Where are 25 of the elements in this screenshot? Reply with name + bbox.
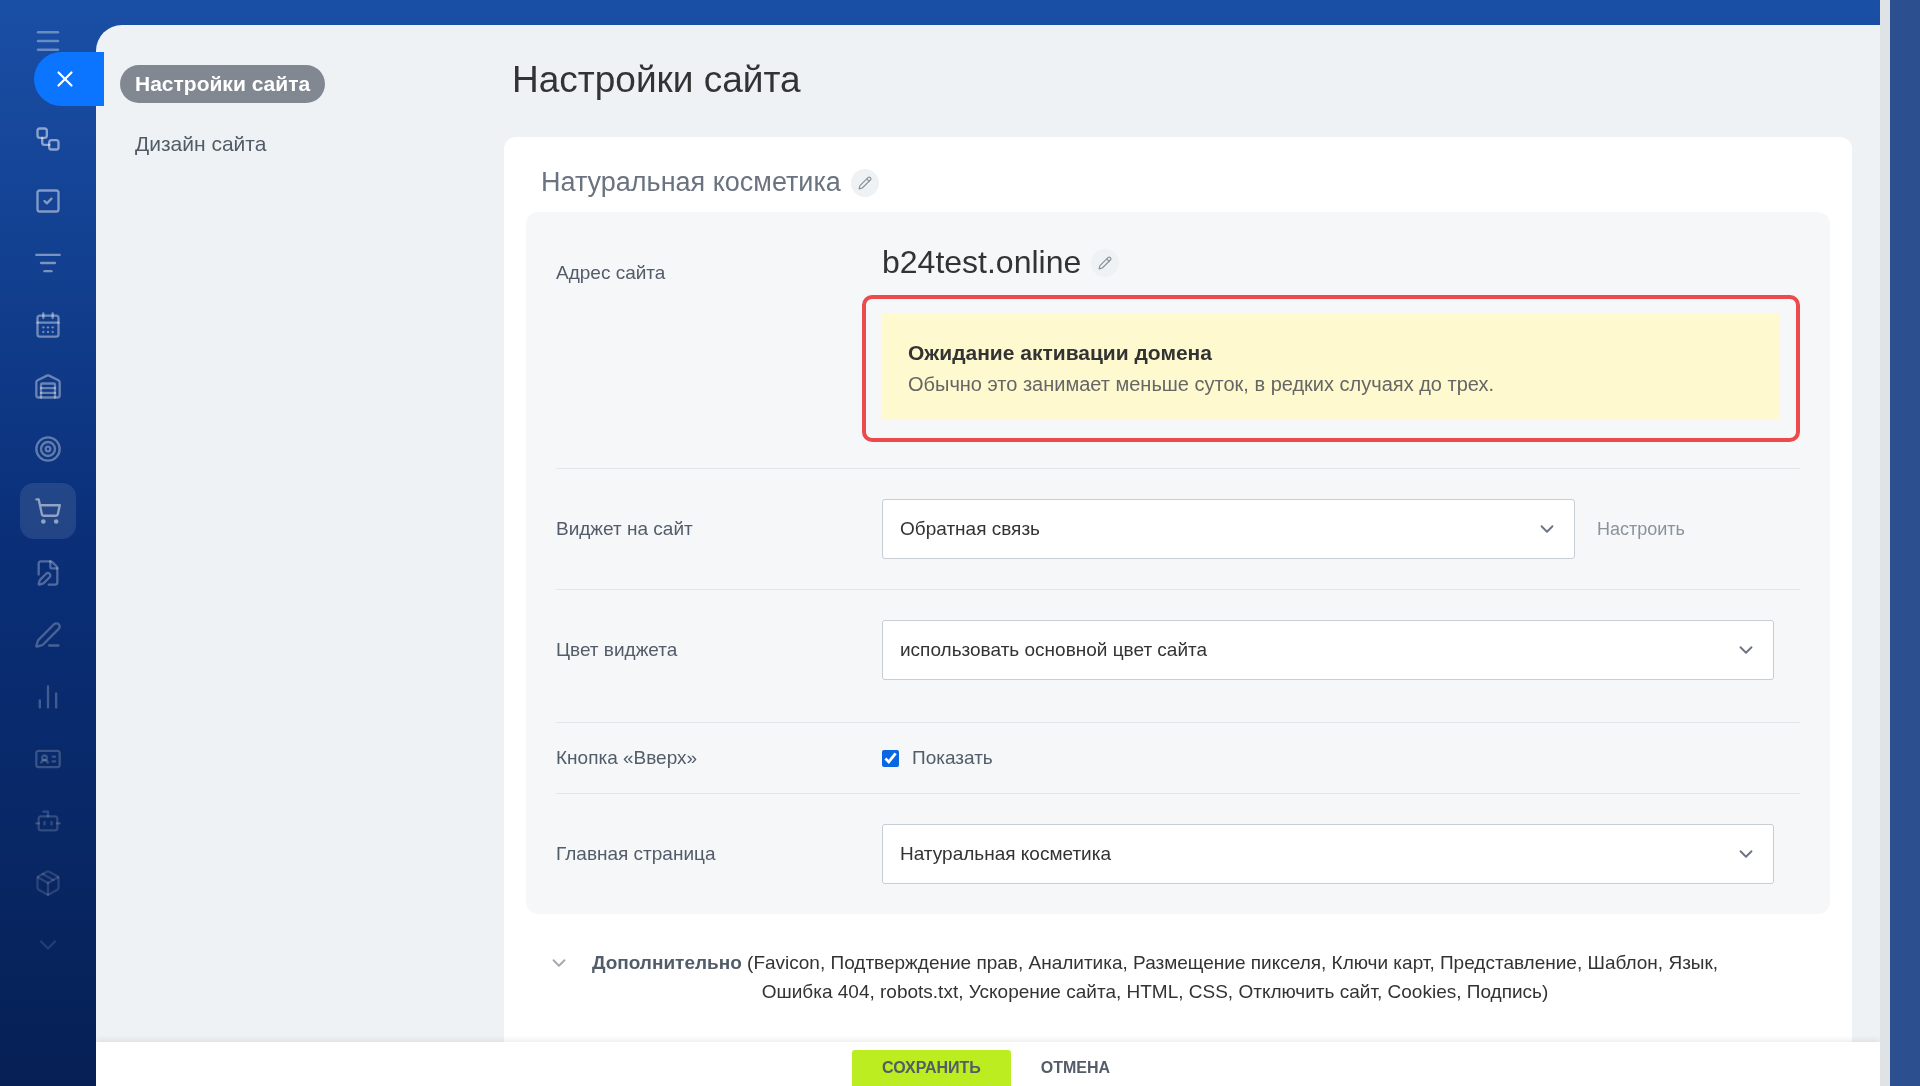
alert-text: Обычно это занимает меньше суток, в редких случаях до трех.	[908, 373, 1496, 396]
page-title: Настройки сайта	[512, 59, 802, 101]
close-button[interactable]	[34, 52, 104, 106]
field-label: Цвет виджета	[556, 639, 679, 661]
dropdown[interactable]: Натуральная косметика	[882, 824, 1774, 884]
cancel-button[interactable]: ОТМЕНА	[1036, 1050, 1115, 1086]
field-label: Адрес сайта	[556, 261, 667, 284]
site-name: Натуральная косметика	[541, 167, 841, 198]
dropdown[interactable]: Обратная связь	[882, 499, 1575, 559]
edit-icon[interactable]	[1091, 248, 1120, 277]
dropdown[interactable]: использовать основной цвет сайта	[882, 620, 1774, 680]
field-label: Кнопка «Вверх»	[556, 747, 699, 769]
checkbox[interactable]	[882, 749, 899, 767]
checkbox-label: Показать	[912, 747, 993, 769]
field-label: Главная страница	[556, 843, 717, 865]
field-label: Виджет на сайт	[556, 518, 694, 540]
edit-icon[interactable]	[850, 168, 879, 197]
cart-icon[interactable]	[20, 483, 76, 539]
scrollbar[interactable]	[1880, 0, 1920, 1086]
side-menu-item[interactable]: Настройки сайта	[120, 65, 326, 103]
site-address: b24test.online	[882, 244, 1082, 281]
alert-title: Ожидание активации домена	[908, 341, 1213, 365]
additional-settings-link[interactable]: Дополнительно (Favicon, Подтверждение прав, Аналитика, Размещение пикселя, Ключи карт, Представление, Шаблон, Язык, Ошибка 404, robots.txt, Ускорение сайта, HTML, CSS, Отключить сайт, Cookies, Подпись)	[590, 948, 1720, 1006]
side-menu-item[interactable]: Дизайн сайта	[120, 125, 282, 163]
save-button[interactable]: СОХРАНИТЬ	[852, 1050, 1011, 1086]
